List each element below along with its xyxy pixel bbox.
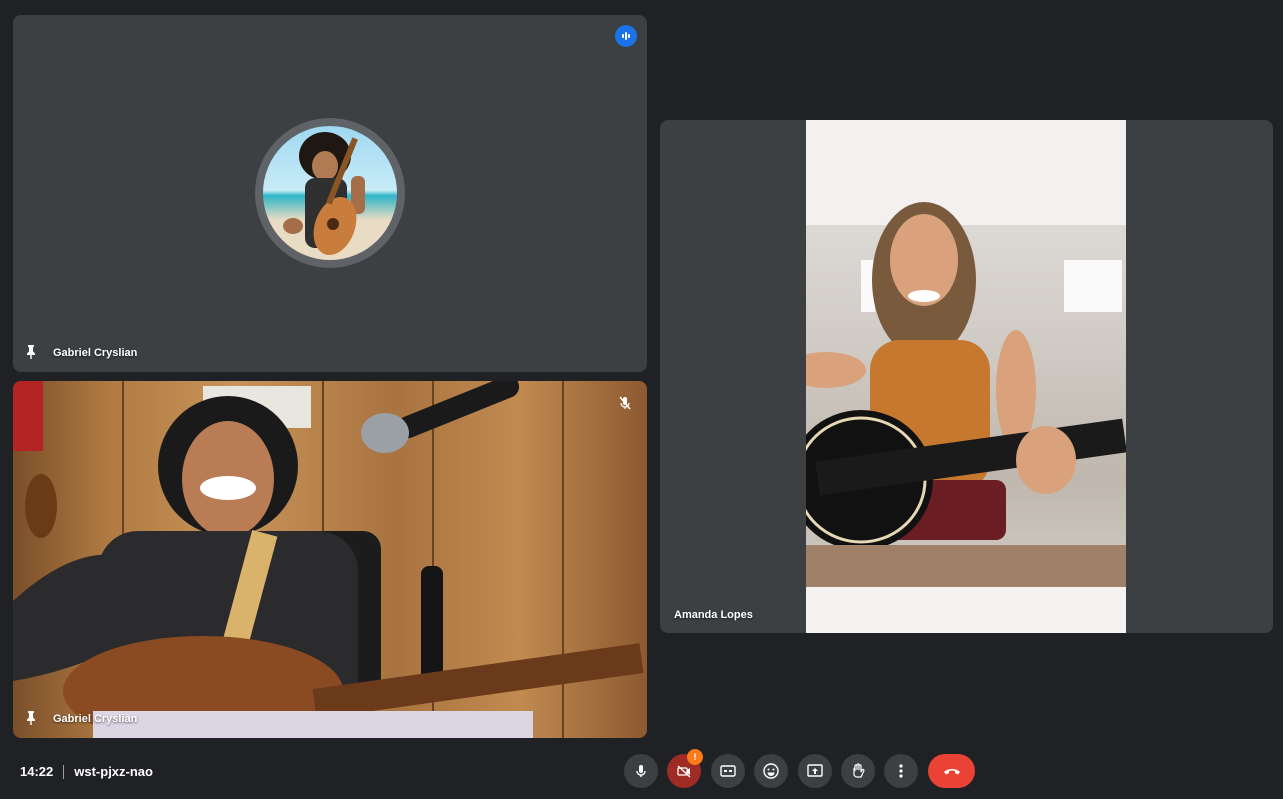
- participant-name: Gabriel Cryslian: [53, 347, 138, 359]
- present-icon: [807, 764, 823, 777]
- mic-button[interactable]: [624, 754, 658, 788]
- camera-button[interactable]: !: [667, 749, 703, 788]
- meeting-info: 14:22 wst-pjxz-nao: [20, 764, 153, 779]
- current-time: 14:22: [20, 764, 54, 779]
- captions-icon: [720, 765, 736, 777]
- end-call-icon: [943, 769, 960, 775]
- meeting-code: wst-pjxz-nao: [74, 764, 153, 779]
- emoji-button[interactable]: [754, 754, 788, 788]
- mic-icon: [636, 765, 646, 777]
- participant-name: Gabriel Cryslian: [53, 713, 138, 725]
- camera-off-icon: [677, 765, 691, 778]
- captions-button[interactable]: [711, 754, 745, 788]
- avatar: [255, 118, 405, 268]
- participant-tile-top[interactable]: Gabriel Cryslian: [13, 15, 647, 372]
- participant-name: Amanda Lopes: [674, 609, 753, 621]
- raise-hand-icon: [853, 763, 865, 778]
- present-button[interactable]: [798, 754, 832, 788]
- meeting-toolbar: 14:22 wst-pjxz-nao !: [0, 748, 1283, 799]
- participant-video: [806, 120, 1126, 633]
- divider: [63, 764, 65, 779]
- more-options-icon: [899, 764, 903, 778]
- participant-tile-bottom[interactable]: Gabriel Cryslian: [13, 381, 647, 738]
- emoji-icon: [763, 763, 779, 779]
- muted-mic-icon: [619, 396, 631, 410]
- end-call-button[interactable]: [928, 754, 975, 788]
- pin-icon[interactable]: [25, 711, 37, 725]
- more-options-button[interactable]: [884, 754, 918, 788]
- speaking-indicator-icon: [615, 25, 637, 47]
- pin-icon[interactable]: [25, 345, 37, 359]
- participant-video: [13, 381, 647, 738]
- participant-tile-right[interactable]: Amanda Lopes: [660, 120, 1273, 633]
- avatar-image: [263, 126, 397, 260]
- camera-warning-badge: !: [687, 749, 703, 765]
- raise-hand-button[interactable]: [841, 754, 875, 788]
